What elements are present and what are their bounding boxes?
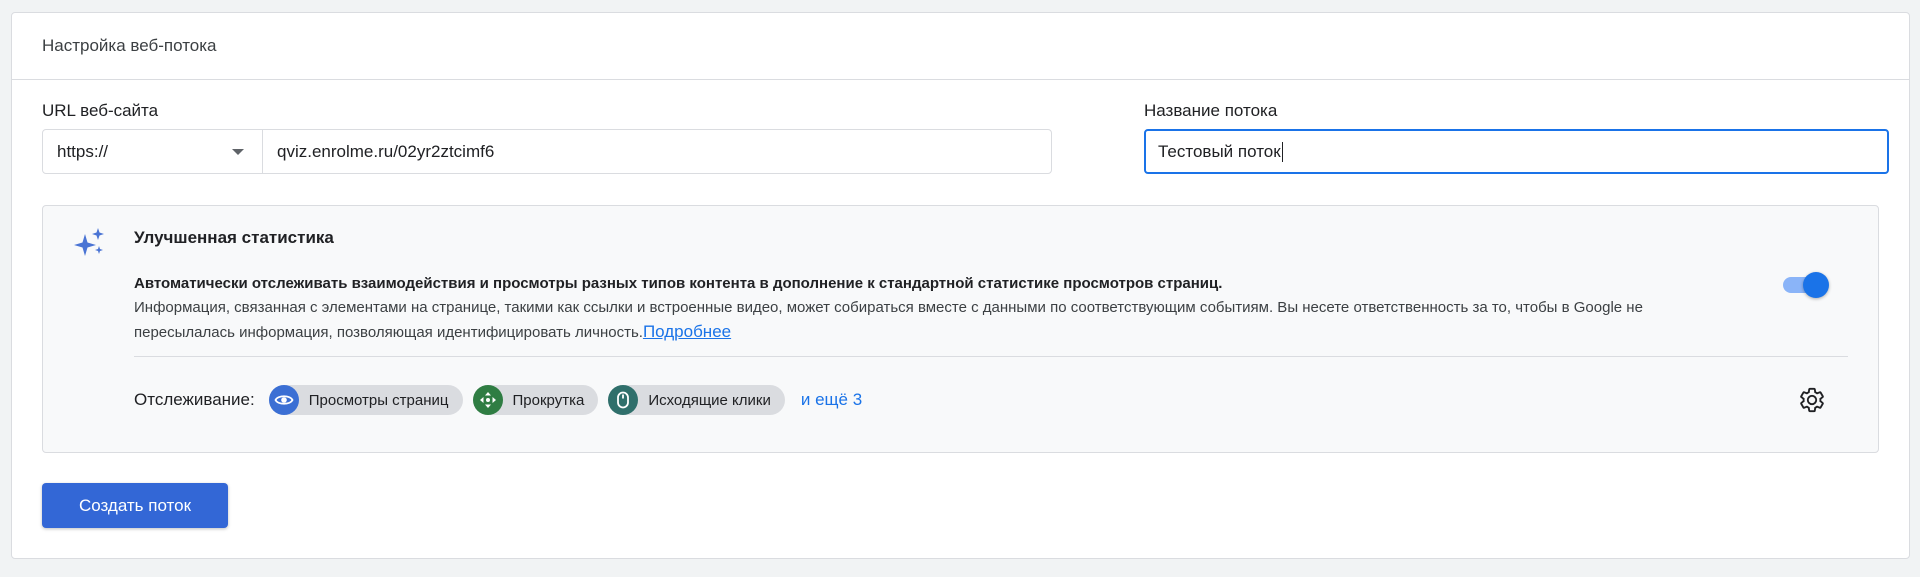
scroll-icon bbox=[472, 385, 503, 415]
divider bbox=[134, 356, 1848, 357]
chip-outbound-clicks[interactable]: Исходящие клики bbox=[608, 385, 785, 415]
stream-name-value: Тестовый поток bbox=[1158, 141, 1281, 161]
web-stream-setup-card: Настройка веб-потока URL веб-сайта https… bbox=[11, 12, 1910, 559]
enhanced-measurement-toggle[interactable] bbox=[1783, 270, 1829, 298]
create-stream-button[interactable]: Создать поток bbox=[42, 483, 228, 528]
chip-label: Исходящие клики bbox=[648, 391, 771, 409]
enhanced-measurement-description: Автоматически отслеживать взаимодействия… bbox=[134, 272, 1724, 345]
gear-icon[interactable] bbox=[1798, 386, 1826, 414]
tracking-label: Отслеживание: bbox=[134, 390, 255, 409]
protocol-select[interactable]: https:// bbox=[43, 130, 263, 173]
description-text: Информация, связанная с элементами на ст… bbox=[134, 299, 1643, 341]
mouse-icon bbox=[608, 385, 639, 415]
eye-icon bbox=[268, 385, 299, 415]
text-cursor bbox=[1281, 141, 1283, 162]
enhanced-measurement-title: Улучшенная статистика bbox=[134, 228, 334, 247]
more-events-link[interactable]: и ещё 3 bbox=[801, 390, 862, 410]
tracking-row: Отслеживание: Просмотры страниц Прокрутк… bbox=[134, 384, 862, 416]
url-field-label: URL веб-сайта bbox=[42, 101, 159, 120]
chip-scroll[interactable]: Прокрутка bbox=[472, 385, 599, 415]
enhanced-measurement-panel: Улучшенная статистика Автоматически отсл… bbox=[42, 205, 1879, 453]
chip-label: Прокрутка bbox=[512, 391, 585, 409]
sparkle-icon bbox=[74, 228, 104, 256]
chevron-down-icon bbox=[232, 148, 244, 155]
chip-page-views[interactable]: Просмотры страниц bbox=[268, 385, 463, 415]
toggle-thumb bbox=[1803, 272, 1829, 298]
stream-name-input[interactable]: Тестовый поток bbox=[1144, 129, 1889, 174]
url-field-group: https:// qviz.enrolme.ru/02yr2ztcimf6 bbox=[42, 129, 1052, 174]
card-title: Настройка веб-потока bbox=[12, 13, 1909, 80]
learn-more-link[interactable]: Подробнее bbox=[643, 322, 731, 341]
website-url-input[interactable]: qviz.enrolme.ru/02yr2ztcimf6 bbox=[263, 130, 1051, 173]
chip-label: Просмотры страниц bbox=[308, 391, 449, 409]
description-bold: Автоматически отслеживать взаимодействия… bbox=[134, 275, 1223, 292]
stream-name-label: Название потока bbox=[1144, 101, 1278, 120]
protocol-value: https:// bbox=[57, 141, 109, 161]
